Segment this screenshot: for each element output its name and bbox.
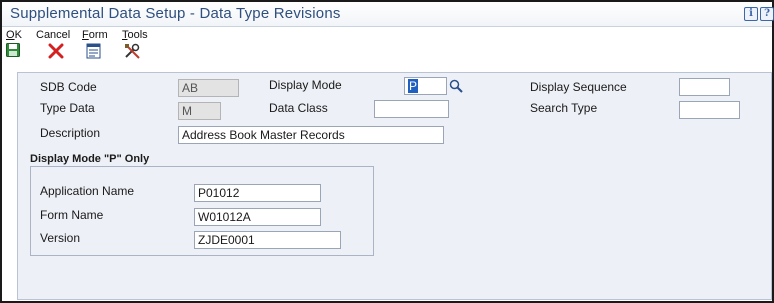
form-name-field[interactable]: W01012A	[194, 208, 321, 226]
tools-button-label: Tools	[122, 29, 148, 41]
version-label: Version	[40, 231, 81, 245]
form-name-label: Form Name	[40, 208, 104, 222]
form-button-label: Form	[82, 29, 108, 41]
form-icon	[86, 43, 101, 59]
search-type-label: Search Type	[530, 101, 598, 115]
display-mode-label: Display Mode	[269, 78, 342, 92]
search-type-field[interactable]	[679, 101, 740, 119]
save-disk-icon	[6, 43, 20, 57]
info-icon[interactable]: i	[744, 7, 758, 21]
red-x-icon	[48, 43, 64, 59]
title-bar: Supplemental Data Setup - Data Type Revi…	[2, 2, 774, 27]
application-name-label: Application Name	[40, 184, 135, 198]
ok-button-label: OK	[6, 29, 22, 41]
description-label: Description	[40, 126, 101, 140]
window-title: Supplemental Data Setup - Data Type Revi…	[10, 5, 341, 22]
type-data-field: M	[178, 102, 221, 120]
display-sequence-label: Display Sequence	[530, 80, 627, 94]
form-button[interactable]: Form	[82, 29, 108, 63]
data-class-label: Data Class	[269, 101, 328, 115]
tools-button[interactable]: Tools	[122, 29, 148, 63]
type-data-label: Type Data	[40, 101, 95, 115]
tools-icon	[125, 43, 140, 59]
description-field[interactable]: Address Book Master Records	[178, 126, 444, 144]
window-frame: Supplemental Data Setup - Data Type Revi…	[0, 0, 774, 303]
ok-button[interactable]: OK	[6, 29, 22, 63]
help-icon[interactable]: ?	[760, 7, 774, 21]
sdb-code-field: AB	[178, 79, 239, 97]
display-mode-field[interactable]: P	[404, 77, 447, 95]
sdb-code-label: SDB Code	[40, 80, 97, 94]
search-icon[interactable]	[449, 79, 463, 93]
display-mode-p-title: Display Mode "P" Only	[30, 153, 150, 165]
toolbar: OK Cancel Form Tools	[2, 27, 772, 65]
cancel-button-label: Cancel	[36, 29, 71, 41]
display-mode-value: P	[408, 79, 419, 93]
display-sequence-field[interactable]	[679, 78, 730, 96]
version-field[interactable]: ZJDE0001	[194, 231, 341, 249]
application-name-field[interactable]: P01012	[194, 184, 321, 202]
data-class-field[interactable]	[374, 100, 449, 118]
cancel-button[interactable]: Cancel	[36, 29, 70, 63]
